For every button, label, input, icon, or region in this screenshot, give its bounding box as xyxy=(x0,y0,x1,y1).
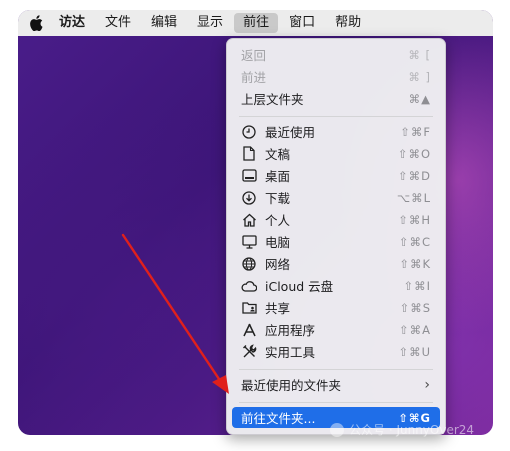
watermark: 公众号 · JunnyOver24 xyxy=(330,421,474,438)
wechat-icon xyxy=(330,422,344,437)
watermark-text: 公众号 · JunnyOver24 xyxy=(349,423,475,437)
annotation-arrow xyxy=(121,233,229,394)
